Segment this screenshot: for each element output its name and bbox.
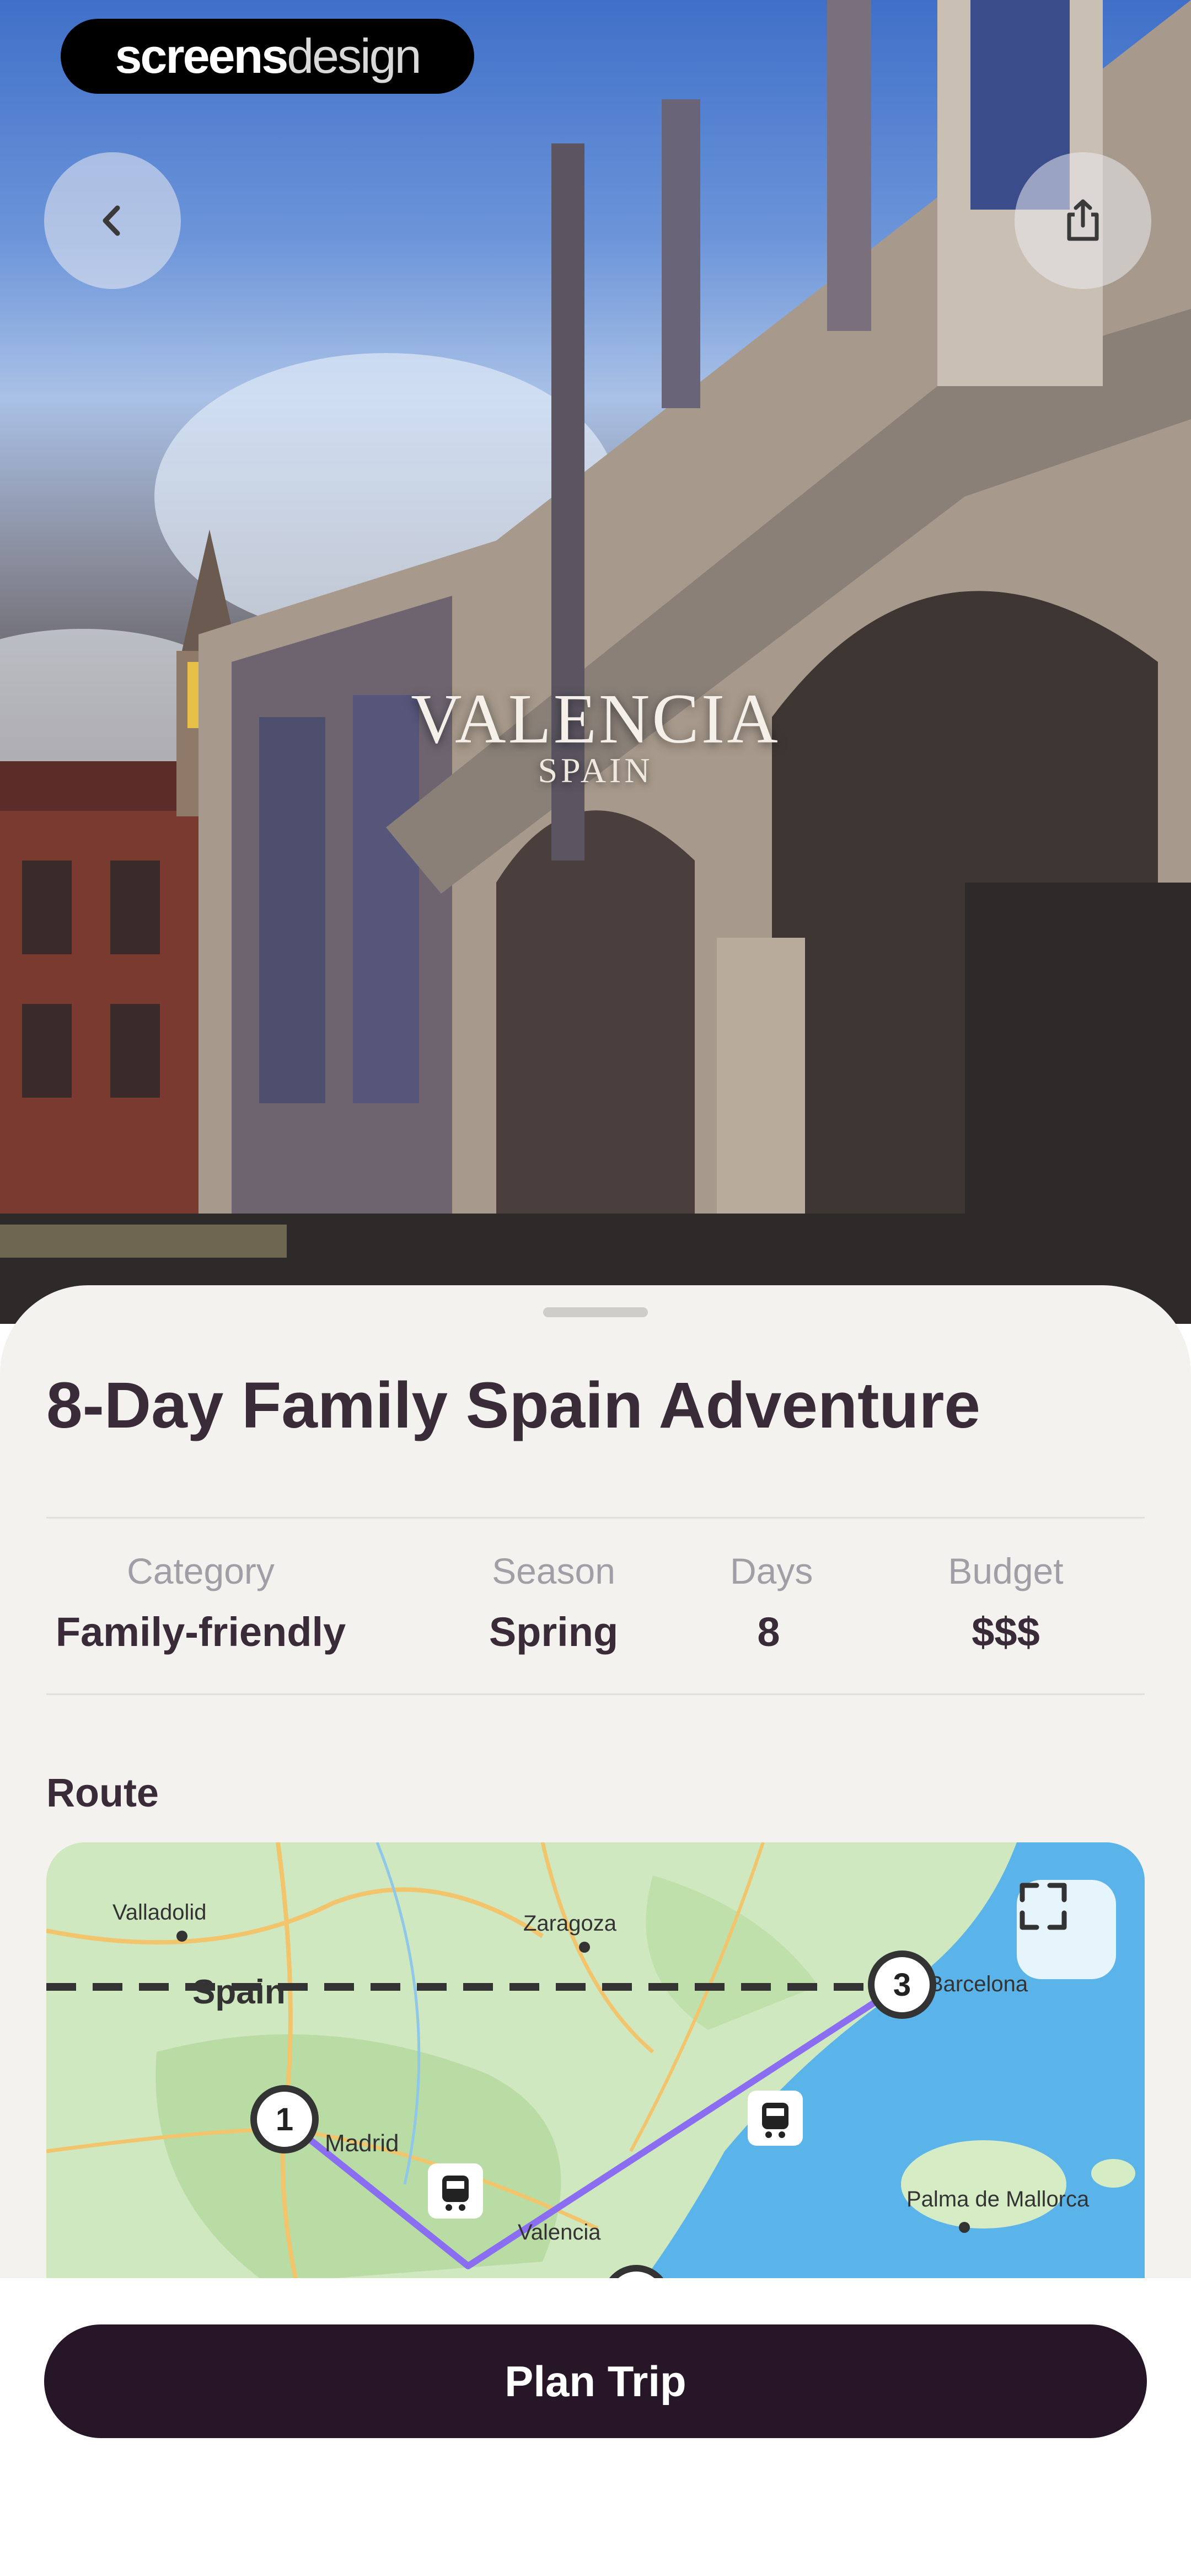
map-label-palma: Palma de Mallorca xyxy=(906,2187,1090,2211)
hero-city-title: VALENCIA xyxy=(411,680,780,758)
route-stop-3[interactable]: 3 xyxy=(868,1950,936,2019)
stat-days: Days 8 xyxy=(730,1550,813,1655)
divider xyxy=(46,1693,1145,1695)
train-icon xyxy=(428,2163,483,2219)
hero-country-subtitle: SPAIN xyxy=(538,751,653,790)
hero-photo xyxy=(0,0,1191,1324)
stat-value: Family-friendly xyxy=(55,1609,346,1655)
map-label-zaragoza: Zaragoza xyxy=(523,1911,617,1936)
footer-bar: Plan Trip xyxy=(0,2278,1191,2576)
map-canvas: Valladolid Zaragoza Spain Madrid Valenci… xyxy=(46,1842,1145,2339)
chevron-left-icon xyxy=(103,205,120,236)
map-label-valencia: Valencia xyxy=(518,2220,601,2244)
stat-label: Budget xyxy=(948,1551,1064,1591)
map-label-madrid: Madrid xyxy=(325,2130,399,2157)
share-icon xyxy=(1067,199,1099,241)
map-label-valladolid: Valladolid xyxy=(112,1900,207,1925)
stat-value: 8 xyxy=(757,1609,780,1655)
plan-trip-button[interactable]: Plan Trip xyxy=(44,2324,1147,2438)
share-button[interactable] xyxy=(1015,152,1151,289)
trip-title: 8-Day Family Spain Adventure xyxy=(46,1369,981,1442)
train-icon xyxy=(748,2091,803,2146)
stat-category: Category Family-friendly xyxy=(46,1550,355,1655)
screensdesign-watermark: screens design xyxy=(61,19,474,94)
trip-stats: Category Family-friendly Season Spring D… xyxy=(46,1550,1145,1677)
stat-label: Days xyxy=(730,1551,813,1591)
watermark-light: design xyxy=(287,29,421,83)
map-label-barcelona: Barcelona xyxy=(929,1972,1028,1996)
watermark-bold: screens xyxy=(115,29,288,83)
hero-image xyxy=(0,0,1191,1324)
route-stop-1[interactable]: 1 xyxy=(250,2085,319,2153)
back-button[interactable] xyxy=(44,152,181,289)
route-section-label: Route xyxy=(46,1771,159,1815)
map-expand-button[interactable] xyxy=(1017,1880,1116,1979)
sheet-grabber[interactable] xyxy=(543,1307,648,1317)
stat-value: $$$ xyxy=(972,1609,1040,1655)
route-map[interactable]: Valladolid Zaragoza Spain Madrid Valenci… xyxy=(46,1842,1145,2339)
stat-budget: Budget $$$ xyxy=(918,1550,1094,1655)
map-label-country: Spain xyxy=(192,1973,286,2011)
divider xyxy=(46,1517,1145,1519)
route-stop-number: 1 xyxy=(276,2102,293,2137)
route-stop-number: 3 xyxy=(893,1967,911,2003)
expand-icon xyxy=(1020,1883,1067,1930)
stat-season: Season Spring xyxy=(471,1550,636,1655)
stat-label: Season xyxy=(492,1551,615,1591)
stat-label: Category xyxy=(127,1551,275,1591)
stat-value: Spring xyxy=(489,1609,619,1655)
